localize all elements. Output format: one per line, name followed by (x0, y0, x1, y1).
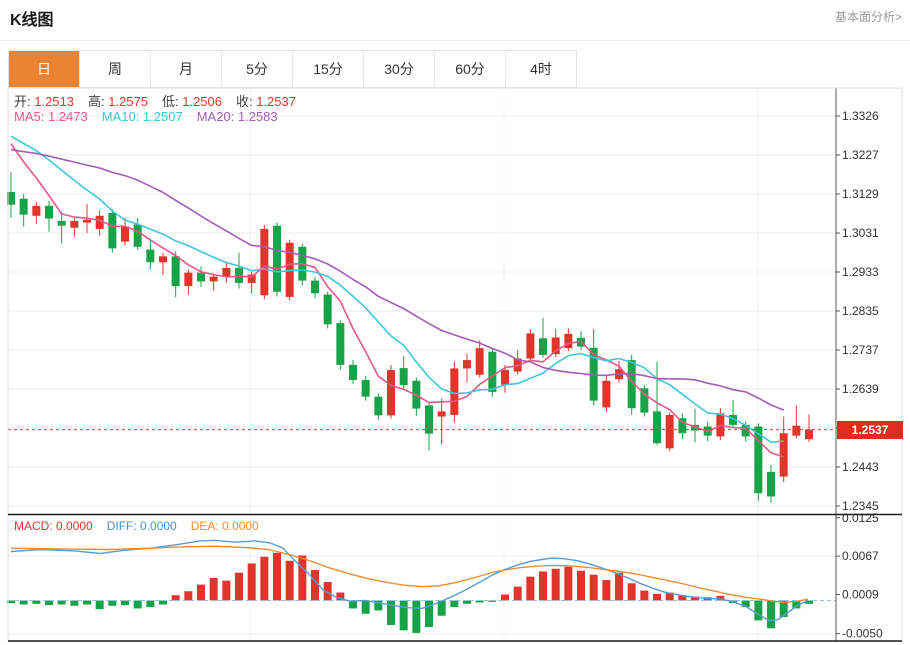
ma20-line (11, 150, 784, 410)
legend-item: 高: 1.2575 (88, 94, 148, 109)
svg-text:1.3227: 1.3227 (842, 148, 879, 162)
current-price-badge: 1.2537 (837, 421, 903, 439)
legend-item: 开: 1.2513 (14, 94, 74, 109)
diff-line (11, 540, 808, 620)
dea-line (11, 546, 808, 602)
tab-周[interactable]: 周 (80, 51, 151, 87)
chart-borders (8, 88, 902, 641)
legend-item: MA20: 1.2583 (197, 109, 278, 124)
tab-30分[interactable]: 30分 (364, 51, 435, 87)
grid-layer (8, 88, 836, 641)
legend-item: MACD: 0.0000 (14, 519, 93, 533)
svg-text:0.0009: 0.0009 (842, 588, 879, 602)
fundamental-analysis-link[interactable]: 基本面分析> (835, 8, 902, 25)
legend-item: MA10: 1.2507 (102, 109, 183, 124)
svg-text:1.2639: 1.2639 (842, 382, 879, 396)
svg-text:1.2835: 1.2835 (842, 304, 879, 318)
ohlc-legend: 开: 1.2513 高: 1.2575 低: 1.2506 收: 1.2537 (14, 91, 310, 110)
ma5-line (11, 144, 784, 457)
tab-5分[interactable]: 5分 (222, 51, 293, 87)
ma10-line (11, 136, 784, 442)
ma-legend: MA5: 1.2473 MA10: 1.2507 MA20: 1.2583 (14, 109, 292, 124)
svg-text:0.0125: 0.0125 (842, 511, 879, 525)
tab-4时[interactable]: 4时 (506, 51, 576, 87)
svg-text:-0.0050: -0.0050 (842, 627, 883, 641)
tab-15分[interactable]: 15分 (293, 51, 364, 87)
legend-item: 低: 1.2506 (162, 94, 222, 109)
macd-legend: MACD: 0.0000 DIFF: 0.0000 DEA: 0.0000 (14, 519, 273, 533)
page-title: K线图 (10, 6, 54, 30)
svg-text:1.2737: 1.2737 (842, 343, 879, 357)
legend-item: MA5: 1.2473 (14, 109, 88, 124)
legend-item: DEA: 0.0000 (191, 519, 259, 533)
price-axis: 1.3326 1.3227 1.3129 1.3031 1.2933 1.2835 1.27… (836, 88, 883, 641)
tab-日[interactable]: 日 (9, 51, 80, 87)
svg-text:1.3326: 1.3326 (842, 109, 879, 123)
svg-text:1.2933: 1.2933 (842, 265, 879, 279)
tab-60分[interactable]: 60分 (435, 51, 506, 87)
legend-item: 收: 1.2537 (236, 94, 296, 109)
svg-text:0.0067: 0.0067 (842, 549, 879, 563)
legend-item: DIFF: 0.0000 (107, 519, 177, 533)
svg-text:1.2443: 1.2443 (842, 460, 879, 474)
timeframe-tabs: 日周月5分15分30分60分4时 (8, 50, 577, 88)
tab-月[interactable]: 月 (151, 51, 222, 87)
macd-histogram (7, 553, 813, 633)
svg-text:1.3031: 1.3031 (842, 226, 879, 240)
svg-text:1.3129: 1.3129 (842, 187, 879, 201)
